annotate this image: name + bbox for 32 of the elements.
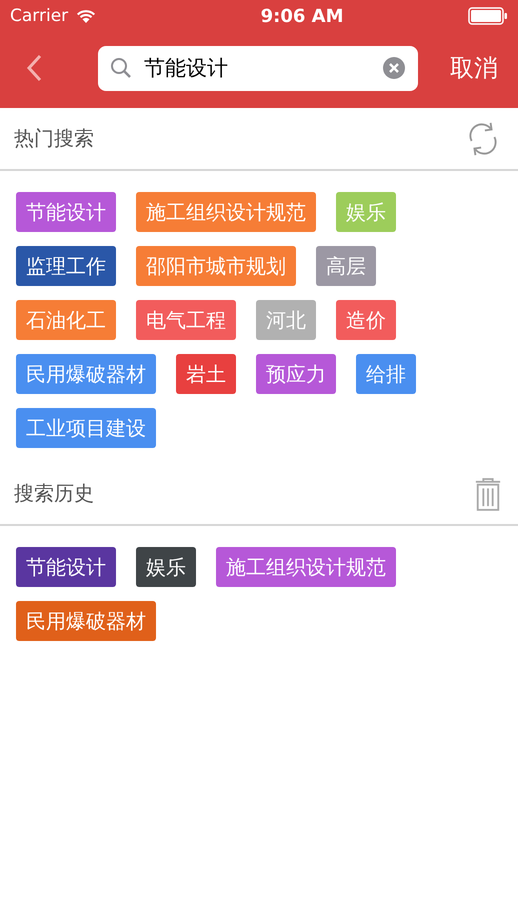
tag-button[interactable]: 民用爆破器材 (16, 601, 156, 641)
section-title: 热门搜索 (14, 125, 94, 152)
tag-button[interactable]: 施工组织设计规范 (216, 547, 396, 587)
tag-button[interactable]: 河北 (256, 300, 316, 340)
tag-button[interactable]: 电气工程 (136, 300, 236, 340)
battery-icon (468, 7, 508, 25)
wifi-icon (76, 9, 96, 23)
back-icon[interactable] (26, 54, 42, 82)
tag-button[interactable]: 石油化工 (16, 300, 116, 340)
carrier-name: Carrier (10, 6, 68, 26)
trash-icon[interactable] (474, 476, 502, 512)
tag-button[interactable]: 娱乐 (336, 192, 396, 232)
clock-time: 9:06 AM (260, 6, 344, 26)
tag-button[interactable]: 高层 (316, 246, 376, 286)
tag-button[interactable]: 民用爆破器材 (16, 354, 156, 394)
tag-button[interactable]: 岩土 (176, 354, 236, 394)
tag-button[interactable]: 节能设计 (16, 547, 116, 587)
tag-button[interactable]: 邵阳市城市规划 (136, 246, 296, 286)
tag-button[interactable]: 给排 (356, 354, 416, 394)
tag-button[interactable]: 造价 (336, 300, 396, 340)
search-bar[interactable]: 节能设计 (98, 46, 418, 90)
cancel-button[interactable]: 取消 (450, 52, 498, 84)
tag-button[interactable]: 节能设计 (16, 192, 116, 232)
tag-button[interactable]: 施工组织设计规范 (136, 192, 316, 232)
search-icon (110, 57, 132, 79)
section-title: 搜索历史 (14, 480, 94, 507)
search-input[interactable]: 节能设计 (144, 56, 370, 80)
tag-button[interactable]: 娱乐 (136, 547, 196, 587)
tag-button[interactable]: 预应力 (256, 354, 336, 394)
clear-icon[interactable] (382, 56, 406, 80)
tag-button[interactable]: 监理工作 (16, 246, 116, 286)
tag-button[interactable]: 工业项目建设 (16, 408, 156, 448)
